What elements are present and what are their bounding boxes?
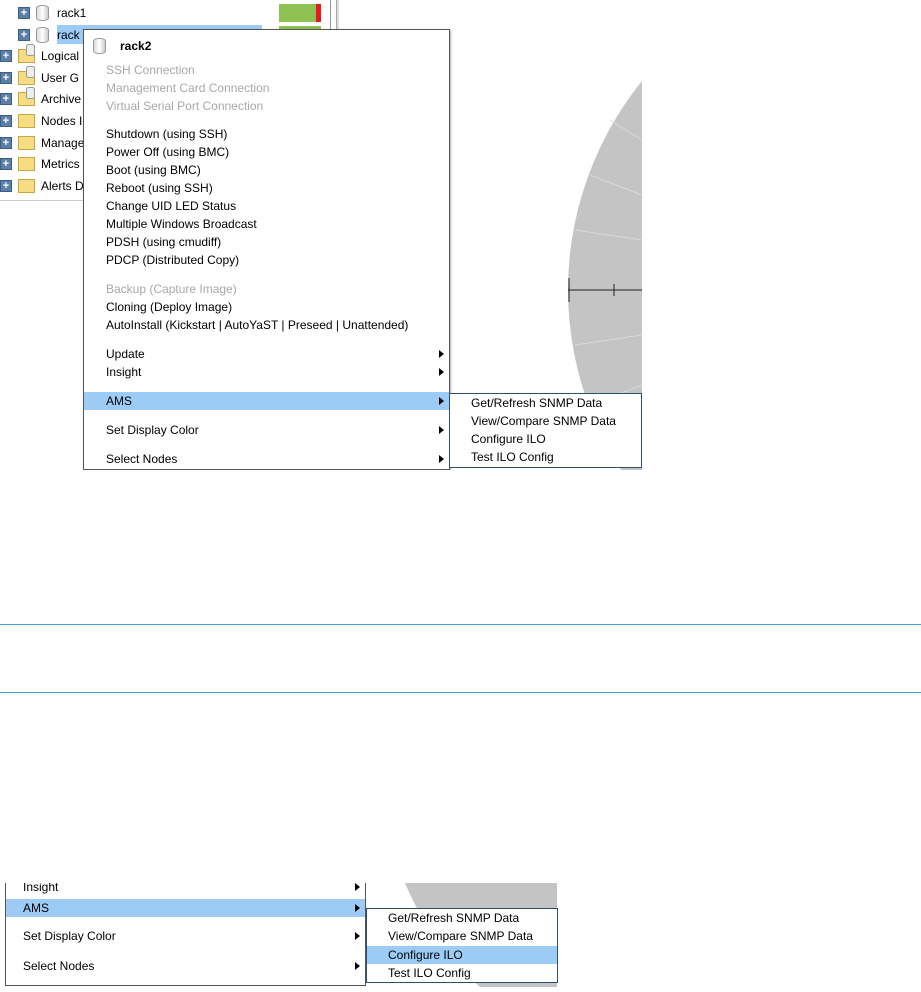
menu-item-label: Update <box>106 347 145 361</box>
menu-item-insight[interactable]: Insight <box>6 883 365 896</box>
submenu-item-view-compare-snmp[interactable]: View/Compare SNMP Data <box>450 412 641 430</box>
menu-item-multiple-windows-broadcast[interactable]: Multiple Windows Broadcast <box>84 215 449 233</box>
menu-item-shutdown[interactable]: Shutdown (using SSH) <box>84 125 449 143</box>
menu-item-label: Set Display Color <box>106 423 199 437</box>
tree-item-manage[interactable]: + Manage <box>0 133 84 153</box>
expand-icon[interactable]: + <box>18 7 30 19</box>
submenu-arrow-icon <box>439 455 444 463</box>
menu-item-pdcp[interactable]: PDCP (Distributed Copy) <box>84 251 449 269</box>
menu-item-management-card-connection: Management Card Connection <box>106 81 270 95</box>
divider-line <box>0 692 921 693</box>
menu-item-pdsh[interactable]: PDSH (using cmudiff) <box>84 233 449 251</box>
divider-line <box>0 624 921 625</box>
rack-icon <box>93 38 106 54</box>
ams-submenu-detail: Get/Refresh SNMP Data View/Compare SNMP … <box>366 908 558 983</box>
menu-item-label: Insight <box>23 883 59 894</box>
menu-item-label: Set Display Color <box>23 929 116 943</box>
context-menu: rack2 SSH Connection Management Card Con… <box>83 29 450 470</box>
menu-item-select-nodes[interactable]: Select Nodes <box>84 450 449 468</box>
tree-item-label: rack1 <box>57 6 87 20</box>
context-menu-detail: Insight AMS Set Display Color Select Nod… <box>5 883 366 986</box>
menu-item-set-display-color[interactable]: Set Display Color <box>6 927 365 945</box>
submenu-item-get-refresh-snmp[interactable]: Get/Refresh SNMP Data <box>450 394 641 412</box>
submenu-arrow-icon <box>355 932 360 940</box>
tree-item-label: Alerts D <box>41 179 84 193</box>
menu-item-change-uid-led[interactable]: Change UID LED Status <box>84 197 449 215</box>
context-menu-title: rack2 <box>120 39 152 53</box>
submenu-arrow-icon <box>439 350 444 358</box>
tree-item-user-groups[interactable]: + User G <box>0 66 80 88</box>
expand-icon[interactable]: + <box>0 115 12 127</box>
tree-item-nodes[interactable]: + Nodes I <box>0 111 82 131</box>
submenu-arrow-icon <box>439 397 444 405</box>
tree-item-label: rack <box>57 28 80 42</box>
folder-icon <box>18 136 35 150</box>
submenu-arrow-icon <box>355 962 360 970</box>
menu-item-boot[interactable]: Boot (using BMC) <box>84 161 449 179</box>
menu-item-update[interactable]: Update <box>84 345 449 363</box>
tree-item-alerts[interactable]: + Alerts D <box>0 176 84 196</box>
menu-item-ams[interactable]: AMS <box>84 392 449 410</box>
folder-db-icon <box>18 87 35 106</box>
tree-item-metrics[interactable]: + Metrics <box>0 154 80 174</box>
menu-item-insight[interactable]: Insight <box>84 363 449 381</box>
menu-item-label: Insight <box>106 365 142 379</box>
menu-item-select-nodes[interactable]: Select Nodes <box>6 957 365 975</box>
rack-icon <box>36 27 49 43</box>
submenu-item-test-ilo-config[interactable]: Test ILO Config <box>367 964 557 982</box>
status-bar-alert <box>316 4 321 22</box>
tree-item-logical[interactable]: + Logical <box>0 44 80 66</box>
tree-item-label: Metrics <box>41 157 80 171</box>
folder-icon <box>18 157 35 171</box>
submenu-arrow-icon <box>355 904 360 912</box>
tree-item-label: Archive <box>41 92 82 106</box>
menu-item-backup: Backup (Capture Image) <box>106 282 237 296</box>
expand-icon[interactable]: + <box>0 93 12 105</box>
menu-item-label: AMS <box>106 394 133 408</box>
submenu-arrow-icon <box>439 368 444 376</box>
screenshot-detail: Insight AMS Set Display Color Select Nod… <box>0 883 560 987</box>
menu-item-ams[interactable]: AMS <box>6 899 365 917</box>
menu-item-cloning[interactable]: Cloning (Deploy Image) <box>84 298 449 316</box>
context-menu-header: rack2 <box>93 38 151 54</box>
menu-item-autoinstall[interactable]: AutoInstall (Kickstart | AutoYaST | Pres… <box>84 316 449 334</box>
folder-icon <box>18 179 35 193</box>
tree-item-archive[interactable]: + Archive <box>0 87 82 109</box>
tree-item-rack1[interactable]: + rack1 <box>18 3 86 23</box>
tree-item-label: Logical <box>41 49 80 63</box>
ams-submenu: Get/Refresh SNMP Data View/Compare SNMP … <box>449 393 642 468</box>
expand-icon[interactable]: + <box>0 50 12 62</box>
menu-item-ssh-connection: SSH Connection <box>106 63 195 77</box>
submenu-item-view-compare-snmp[interactable]: View/Compare SNMP Data <box>367 927 557 945</box>
menu-item-label: AMS <box>23 901 50 915</box>
status-bar-ok <box>279 4 316 22</box>
tree-item-label: Manage <box>41 136 85 150</box>
submenu-arrow-icon <box>355 883 360 891</box>
menu-item-label: Select Nodes <box>23 959 95 973</box>
expand-icon[interactable]: + <box>0 137 12 149</box>
submenu-item-test-ilo-config[interactable]: Test ILO Config <box>450 448 641 466</box>
tree-item-label: Nodes I <box>41 114 83 128</box>
menu-item-virtual-serial-port: Virtual Serial Port Connection <box>106 99 264 113</box>
submenu-item-get-refresh-snmp[interactable]: Get/Refresh SNMP Data <box>367 909 557 927</box>
menu-item-set-display-color[interactable]: Set Display Color <box>84 421 449 439</box>
folder-db-icon <box>18 44 35 63</box>
menu-item-reboot[interactable]: Reboot (using SSH) <box>84 179 449 197</box>
tree-item-rack2[interactable]: + rack <box>18 25 80 45</box>
tree-item-label: User G <box>41 71 80 85</box>
submenu-arrow-icon <box>439 426 444 434</box>
folder-db-icon <box>18 66 35 85</box>
expand-icon[interactable]: + <box>0 158 12 170</box>
submenu-item-configure-ilo[interactable]: Configure ILO <box>450 430 641 448</box>
submenu-item-configure-ilo[interactable]: Configure ILO <box>367 946 557 964</box>
screenshot-main: + rack1 + rack + Logical + User G + Archive… <box>0 0 642 470</box>
expand-icon[interactable]: + <box>18 29 30 41</box>
menu-item-label: Select Nodes <box>106 452 178 466</box>
folder-icon <box>18 114 35 128</box>
rack-icon <box>36 5 49 21</box>
expand-icon[interactable]: + <box>0 72 12 84</box>
menu-item-power-off[interactable]: Power Off (using BMC) <box>84 143 449 161</box>
expand-icon[interactable]: + <box>0 180 12 192</box>
